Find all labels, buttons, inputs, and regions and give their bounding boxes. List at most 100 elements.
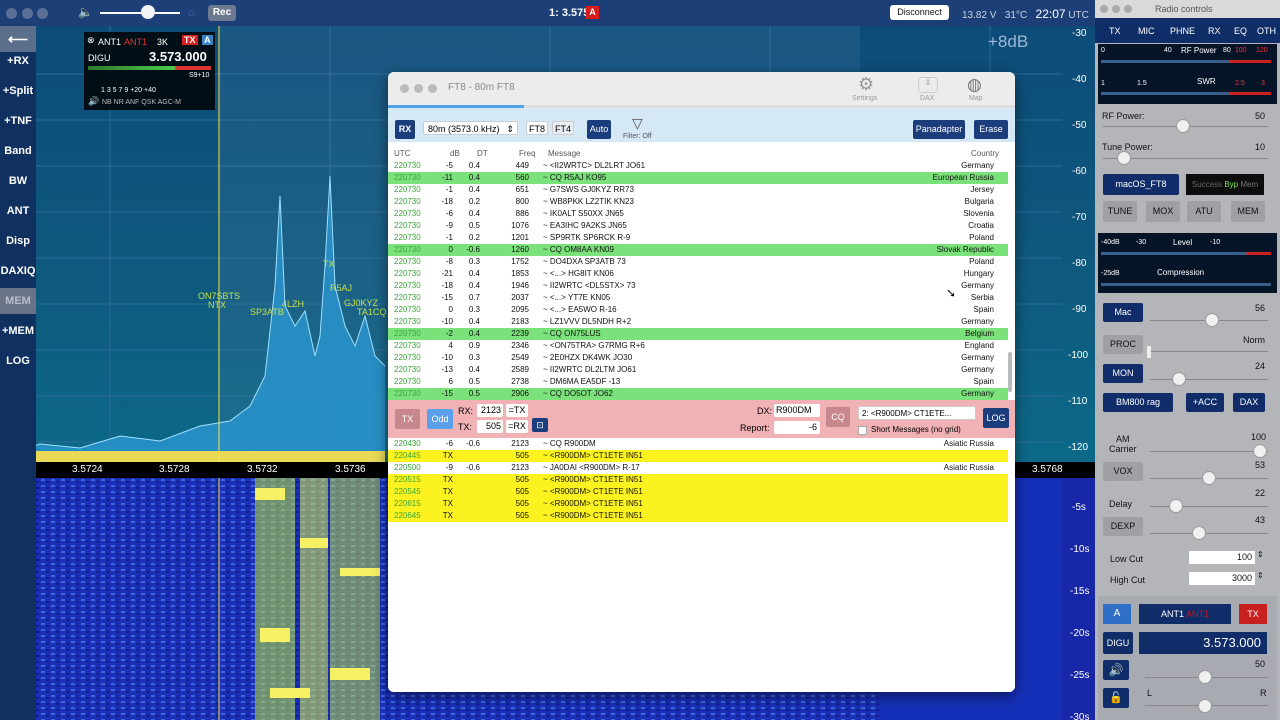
sidebar-item-daxiq[interactable]: DAXIQ [0,258,36,284]
filter-width[interactable]: 3K [157,37,168,47]
sidebar-item-ant[interactable]: ANT [0,198,36,224]
high-cut-field[interactable]: 3000 [1189,572,1255,585]
antenna-select[interactable]: ANT1 ANT1 [1139,604,1231,624]
mic-level-slider-handle[interactable] [1205,313,1219,327]
settings-label[interactable]: Settings [852,95,877,102]
rx-button[interactable]: RX [395,120,415,139]
volume-slider[interactable] [100,12,180,14]
qso-list[interactable]: 220430 -6 -0.6 2123 ~ CQ R900DM Asiatic Russi… [388,438,1015,692]
lock-icon[interactable]: ⊡ [532,418,548,432]
tab-mic[interactable]: MIC [1138,26,1155,36]
tx-slice-button[interactable]: TX [1239,604,1267,624]
slice-frequency[interactable]: 3.573.000 [149,49,207,64]
proc-slider[interactable] [1150,351,1268,352]
rx-antenna[interactable]: ANT1 [98,37,121,47]
zoom-window-button[interactable] [428,84,437,93]
table-row[interactable]: 220515 TX 505 ~ <R900DM> CT1ETE IN51 [388,474,1008,486]
mem-button[interactable]: MEM [1231,201,1265,222]
mon-level-slider-handle[interactable] [1172,372,1186,386]
erase-button[interactable]: Erase [974,120,1008,139]
low-cut-stepper[interactable]: ⇕ [1257,550,1264,559]
table-row[interactable]: 220730 -10 0.3 2549 ~ 2E0HZX DK4WK JO30 Germa… [388,352,1008,364]
table-row[interactable]: 220730 0 0.3 2095 ~ <...> EA5WO R-16 Spain [388,304,1008,316]
delay-slider-handle[interactable] [1169,499,1183,513]
spot-label[interactable]: TX [323,259,335,269]
slice-letter[interactable]: A [202,35,213,45]
table-row[interactable]: 220730 -18 0.2 800 ~ WB8PKK LZ2TIK KN23 Bulga… [388,196,1008,208]
filter-label[interactable]: Filter: Off [623,133,652,140]
rf-power-slider-handle[interactable] [1176,119,1190,133]
close-window-button[interactable] [400,84,409,93]
table-row[interactable]: 220730 -1 0.4 651 ~ G7SWS GJ0KYZ RR73 Jersey [388,184,1008,196]
vox-button[interactable]: VOX [1103,462,1143,481]
dax-device-select[interactable]: BM800 rag [1103,393,1173,412]
table-row[interactable]: 220730 -15 0.5 2906 ~ CQ DO5OT JO62 Germany [388,388,1008,400]
mode-select[interactable]: DIGU [1103,632,1133,654]
log-button[interactable]: LOG [983,408,1009,428]
low-cut-field[interactable]: 100 [1189,551,1255,564]
tab-phne[interactable]: PHNE [1170,26,1195,36]
acc-button[interactable]: +ACC [1186,393,1224,412]
rx-equals-tx-button[interactable]: =TX [506,404,528,417]
filter-icon[interactable]: ▽ [632,115,643,132]
table-row[interactable]: 220730 -1 0.2 1201 ~ SP9RTK SP6RCK R-9 Poland [388,232,1008,244]
rec-button[interactable]: Rec [208,5,236,21]
table-row[interactable]: 220730 -2 0.4 2239 ~ CQ ON75LUS Belgium [388,328,1008,340]
table-row[interactable]: 220445 TX 505 ~ <R900DM> CT1ETE IN51 [388,450,1008,462]
odd-button[interactable]: Odd [427,409,453,429]
band-select[interactable]: 80m (3573.0 kHz) ⇕ [423,121,518,135]
tx-freq-field[interactable]: 505 [477,420,503,433]
tab-eq[interactable]: EQ [1234,26,1247,36]
tx-equals-rx-button[interactable]: =RX [506,420,528,433]
disconnect-button[interactable]: Disconnect [890,5,949,20]
minimize-window-button[interactable] [414,84,423,93]
gear-icon[interactable]: ⚙ [858,74,874,95]
mon-level-slider[interactable] [1150,379,1268,380]
high-cut-stepper[interactable]: ⇕ [1257,571,1264,580]
table-row[interactable]: 220730 -9 0.5 1076 ~ EA3IHC 9A2KS JN65 Croati… [388,220,1008,232]
minimize-window-button[interactable] [1112,5,1120,13]
spot-label[interactable]: 4LZH [282,299,304,309]
volume-slider-handle[interactable] [141,5,155,19]
tab-rx[interactable]: RX [1208,26,1221,36]
table-row[interactable]: 220730 0 -0.6 1260 ~ CQ OM8AA KN09 Slovak Rep… [388,244,1008,256]
table-row[interactable]: 220730 4 0.9 2346 ~ <ON75TRA> G7RMG R+6 Engla… [388,340,1008,352]
tab-tx[interactable]: TX [1109,26,1121,36]
tx-badge[interactable]: TX [182,35,198,45]
table-row[interactable]: 220615 TX 505 ~ <R900DM> CT1ETE IN51 [388,498,1008,510]
table-row[interactable]: 220500 -9 -0.6 2123 ~ JA0DAI <R900DM> R-17 As… [388,462,1008,474]
tab-oth[interactable]: OTH [1257,26,1276,36]
proc-button[interactable]: PROC [1103,335,1143,354]
table-row[interactable]: 220730 -18 0.4 1946 ~ II2WRTC <DL5STX> 73 Ger… [388,280,1008,292]
sidebar-item-tnf[interactable]: +TNF [0,108,36,134]
sidebar-item-bw[interactable]: BW [0,168,36,194]
table-row[interactable]: 220545 TX 505 ~ <R900DM> CT1ETE IN51 [388,486,1008,498]
tune-power-slider-handle[interactable] [1117,151,1131,165]
table-row[interactable]: 220430 -6 -0.6 2123 ~ CQ R900DM Asiatic Russi… [388,438,1008,450]
table-row[interactable]: 220730 6 0.5 2738 ~ DM6MA EA5DF -13 Spain [388,376,1008,388]
dax-label[interactable]: DAX [920,95,934,102]
sidebar-item-add-rx[interactable]: +RX [0,48,36,74]
table-row[interactable]: 220730 -13 0.4 2589 ~ II2WRTC DL2LTM JO61 Ger… [388,364,1008,376]
report-field[interactable]: -6 [774,421,820,434]
tx-button[interactable]: TX [395,409,420,429]
dax-stepper[interactable]: ⇕ [918,77,938,93]
tune-button[interactable]: TUNE [1103,201,1137,222]
sidebar-item-mem[interactable]: MEM [0,288,36,314]
dbm-scale[interactable]: -30 -40 -50 -60 -70 -80 -90 -100 -110 -1… [1062,26,1095,720]
table-row[interactable]: 220730 -21 0.4 1853 ~ <...> HG8IT KN06 Hungar… [388,268,1008,280]
globe-icon[interactable]: ◍ [967,75,982,95]
sidebar-item-split[interactable]: +Split [0,78,36,104]
decode-list[interactable]: UTC dB DT Freq Message Country 220730 -5 0… [388,142,1015,400]
am-carrier-slider-handle[interactable] [1253,444,1267,458]
mic-input-select[interactable]: Mac [1103,303,1143,322]
message-select[interactable]: 2: <R900DM> CT1ETE... [858,406,976,420]
slice-letter-button[interactable]: A [1103,604,1131,624]
tx-profile-select[interactable]: macOS_FT8 [1103,174,1179,195]
table-row[interactable]: 220730 -6 0.4 886 ~ IK0ALT S50XX JN65 Sloveni… [388,208,1008,220]
ft4-mode-button[interactable]: FT4 [552,121,574,135]
sidebar-item-log[interactable]: LOG [0,348,36,374]
sidebar-item-disp[interactable]: Disp [0,228,36,254]
panadapter-button[interactable]: Panadapter [913,120,965,139]
table-row[interactable]: 220730 -11 0.4 560 ~ CQ R5AJ KO95 European Ru… [388,172,1008,184]
